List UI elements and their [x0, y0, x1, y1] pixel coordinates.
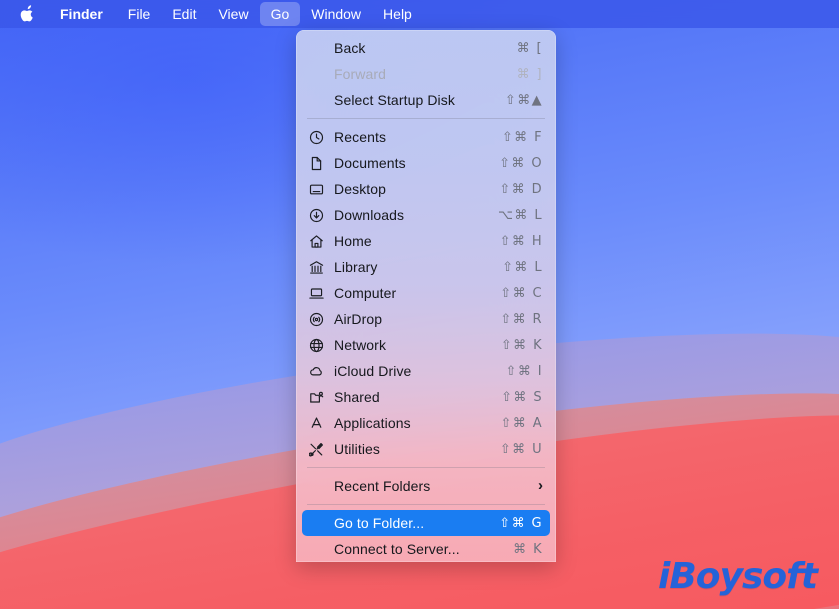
menu-item-shortcut: ⇧⌘ S — [501, 389, 543, 405]
menu-item-shortcut: ⌘ K — [513, 541, 543, 557]
menu-item-recent-folders[interactable]: Recent Folders › — [302, 473, 550, 499]
menu-item-label: Desktop — [334, 181, 387, 197]
home-icon — [309, 234, 330, 249]
applications-icon — [309, 416, 330, 431]
network-icon — [309, 338, 330, 353]
menu-item-label: Home — [334, 233, 372, 249]
menu-item-label: Recents — [334, 129, 387, 145]
menu-item-shortcut: ⇧⌘ G — [499, 515, 543, 531]
menubar-item-go[interactable]: Go — [259, 2, 301, 26]
menu-item-label: Forward — [334, 66, 387, 82]
menubar-item-edit[interactable]: Edit — [161, 2, 207, 26]
menu-bar: Finder File Edit View Go Window Help — [0, 0, 839, 28]
downloads-icon — [309, 208, 330, 223]
menu-item-label: iCloud Drive — [334, 363, 412, 379]
shared-folder-icon — [309, 390, 330, 405]
menu-item-utilities[interactable]: Utilities ⇧⌘ U — [302, 436, 550, 462]
menu-item-forward: Forward ⌘ ] — [302, 61, 550, 87]
menu-item-label: Documents — [334, 155, 406, 171]
menu-item-shared[interactable]: Shared ⇧⌘ S — [302, 384, 550, 410]
menu-item-desktop[interactable]: Desktop ⇧⌘ D — [302, 176, 550, 202]
menubar-item-file[interactable]: File — [117, 2, 162, 26]
menu-item-downloads[interactable]: Downloads ⌥⌘ L — [302, 202, 550, 228]
utilities-icon — [309, 442, 330, 457]
menu-item-home[interactable]: Home ⇧⌘ H — [302, 228, 550, 254]
menu-item-shortcut: ⇧⌘ K — [500, 337, 543, 353]
menu-item-label: AirDrop — [334, 311, 383, 327]
computer-icon — [309, 286, 330, 301]
go-dropdown-menu: Back ⌘ [ Forward ⌘ ] Select Startup Disk ⇧⌘▲ R… — [296, 30, 556, 562]
menu-item-connect-to-server[interactable]: Connect to Server... ⌘ K — [302, 536, 550, 562]
menu-item-airdrop[interactable]: AirDrop ⇧⌘ R — [302, 306, 550, 332]
menu-item-shortcut: ⇧⌘ C — [500, 285, 543, 301]
menu-item-shortcut: ⇧⌘ D — [499, 181, 543, 197]
menubar-item-window[interactable]: Window — [300, 2, 372, 26]
menu-item-label: Go to Folder... — [334, 515, 425, 531]
menu-item-go-to-folder[interactable]: Go to Folder... ⇧⌘ G — [302, 510, 550, 536]
menubar-item-finder[interactable]: Finder — [49, 2, 117, 26]
menu-item-applications[interactable]: Applications ⇧⌘ A — [302, 410, 550, 436]
menu-item-shortcut: ⇧⌘ O — [499, 155, 543, 171]
menu-item-label: Applications — [334, 415, 411, 431]
menu-item-shortcut: ⇧⌘ F — [501, 129, 543, 145]
menu-item-network[interactable]: Network ⇧⌘ K — [302, 332, 550, 358]
menu-item-shortcut: ⇧⌘ R — [500, 311, 543, 327]
cloud-icon — [309, 364, 330, 379]
menu-separator — [307, 504, 545, 505]
menu-item-label: Select Startup Disk — [334, 92, 455, 108]
menu-item-label: Connect to Server... — [334, 541, 460, 557]
menu-item-label: Shared — [334, 389, 380, 405]
desktop-icon — [309, 182, 330, 197]
menu-item-shortcut: ⇧⌘ H — [499, 233, 543, 249]
airdrop-icon — [309, 312, 330, 327]
menu-item-shortcut: ⌘ ] — [516, 66, 543, 82]
menu-item-label: Network — [334, 337, 387, 353]
menu-item-label: Downloads — [334, 207, 405, 223]
menu-item-label: Utilities — [334, 441, 381, 457]
menu-item-shortcut: ⇧⌘ U — [499, 441, 543, 457]
apple-logo-icon[interactable] — [8, 5, 49, 23]
menubar-item-view[interactable]: View — [207, 2, 259, 26]
menu-item-shortcut: ⌘ [ — [516, 40, 543, 56]
menu-item-label: Recent Folders — [334, 478, 431, 494]
menu-item-select-startup-disk[interactable]: Select Startup Disk ⇧⌘▲ — [302, 87, 550, 113]
menu-item-shortcut: ⌥⌘ L — [498, 207, 543, 223]
clock-icon — [309, 130, 330, 145]
menu-separator — [307, 467, 545, 468]
library-icon — [309, 260, 330, 275]
menu-item-label: Library — [334, 259, 378, 275]
menu-item-back[interactable]: Back ⌘ [ — [302, 35, 550, 61]
menu-item-icloud-drive[interactable]: iCloud Drive ⇧⌘ I — [302, 358, 550, 384]
menu-item-shortcut: ⇧⌘ L — [502, 259, 543, 275]
menu-item-shortcut: ⇧⌘ A — [500, 415, 543, 431]
menu-item-label: Computer — [334, 285, 397, 301]
menu-item-computer[interactable]: Computer ⇧⌘ C — [302, 280, 550, 306]
menu-item-label: Back — [334, 40, 366, 56]
menu-item-recents[interactable]: Recents ⇧⌘ F — [302, 124, 550, 150]
menu-item-documents[interactable]: Documents ⇧⌘ O — [302, 150, 550, 176]
menu-item-library[interactable]: Library ⇧⌘ L — [302, 254, 550, 280]
desktop: iBoysoft Finder File Edit View Go Window… — [0, 0, 839, 609]
menu-item-shortcut: ⇧⌘▲ — [504, 92, 543, 108]
chevron-right-icon: › — [538, 477, 543, 494]
menubar-item-help[interactable]: Help — [372, 2, 423, 26]
menu-separator — [307, 118, 545, 119]
menu-item-shortcut: ⇧⌘ I — [505, 363, 543, 379]
iboysoft-watermark: iBoysoft — [657, 556, 818, 597]
document-icon — [309, 156, 330, 171]
